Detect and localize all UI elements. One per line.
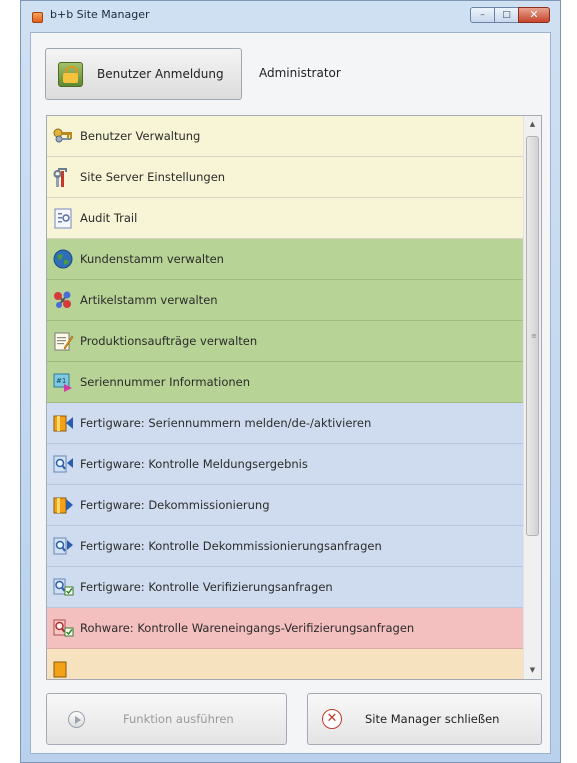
client-area: Benutzer Anmeldung Administrator Benutze… (30, 32, 551, 754)
minimize-icon: – (480, 10, 485, 20)
list-item-label: Fertigware: Kontrolle Verifizierungsanfr… (80, 580, 333, 594)
magnifier-verify-icon (52, 576, 74, 598)
list-item[interactable]: Produktionsaufträge verwalten (47, 321, 524, 362)
play-icon (68, 710, 85, 728)
list-item[interactable] (47, 649, 524, 679)
list-item-label: Fertigware: Kontrolle Dekommissionierung… (80, 539, 382, 553)
list-item-label: Rohware: Kontrolle Wareneingangs-Verifiz… (80, 621, 415, 635)
list-item-label: Fertigware: Kontrolle Meldungsergebnis (80, 457, 308, 471)
scroll-down-icon[interactable]: ▼ (524, 662, 541, 679)
list-item-label: Fertigware: Dekommissionierung (80, 498, 270, 512)
box-orange-icon (52, 658, 74, 679)
vertical-scrollbar[interactable]: ▲ ≡ ▼ (523, 116, 541, 679)
list-item[interactable]: Fertigware: Kontrolle Dekommissionierung… (47, 526, 524, 567)
maximize-icon: □ (502, 10, 511, 20)
minimize-button[interactable]: – (470, 7, 495, 23)
list-item-label: Kundenstamm verwalten (80, 252, 224, 266)
audit-icon (52, 207, 74, 229)
list-item[interactable]: Site Server Einstellungen (47, 157, 524, 198)
lock-icon (58, 61, 83, 87)
list-item-label: Seriennummer Informationen (80, 375, 251, 389)
magnifier-decommission-icon (52, 535, 74, 557)
list-item-label: Produktionsaufträge verwalten (80, 334, 258, 348)
magnifier-verify-red-icon (52, 617, 74, 639)
user-login-button[interactable]: Benutzer Anmeldung (45, 48, 242, 100)
scroll-up-icon[interactable]: ▲ (524, 116, 541, 133)
list-item-label: Audit Trail (80, 211, 138, 225)
list-item-label: Benutzer Verwaltung (80, 129, 201, 143)
serial-icon: #1 (52, 371, 74, 393)
molecule-icon (52, 289, 74, 311)
function-list-items: Benutzer Verwaltung Site Server Einstellu… (47, 116, 524, 679)
list-item[interactable]: Rohware: Kontrolle Wareneingangs-Verifiz… (47, 608, 524, 649)
window-title: b+b Site Manager (50, 8, 150, 21)
app-logo-icon (32, 12, 43, 23)
scroll-grip-icon: ≡ (531, 332, 537, 340)
list-item[interactable]: Fertigware: Dekommissionierung (47, 485, 524, 526)
list-item[interactable]: Artikelstamm verwalten (47, 280, 524, 321)
close-window-button[interactable]: ✕ (518, 7, 550, 23)
close-button-label: Site Manager schließen (365, 712, 500, 726)
list-item[interactable]: Fertigware: Kontrolle Meldungsergebnis (47, 444, 524, 485)
list-item-label: Artikelstamm verwalten (80, 293, 218, 307)
app-window: b+b Site Manager – □ ✕ Benutzer Anmeldun… (20, 0, 561, 763)
list-item[interactable]: Benutzer Verwaltung (47, 116, 524, 157)
title-bar[interactable]: b+b Site Manager – □ ✕ (21, 1, 560, 32)
caption-buttons: – □ ✕ (470, 7, 550, 24)
keys-icon (52, 125, 74, 147)
box-report-icon (52, 412, 74, 434)
box-decommission-icon (52, 494, 74, 516)
close-site-manager-button[interactable]: ✕ Site Manager schließen (307, 693, 542, 745)
current-user: Administrator (259, 66, 341, 80)
list-item[interactable]: #1 Seriennummer Informationen (47, 362, 524, 403)
globe-icon (52, 248, 74, 270)
scroll-thumb[interactable]: ≡ (526, 136, 539, 536)
tools-icon (52, 166, 74, 188)
notepad-icon (52, 330, 74, 352)
run-button-label: Funktion ausführen (123, 712, 234, 726)
login-button-label: Benutzer Anmeldung (97, 67, 224, 81)
run-function-button[interactable]: Funktion ausführen (46, 693, 287, 745)
function-list: Benutzer Verwaltung Site Server Einstellu… (46, 115, 542, 680)
list-item[interactable]: Fertigware: Kontrolle Verifizierungsanfr… (47, 567, 524, 608)
magnifier-report-icon (52, 453, 74, 475)
close-icon: ✕ (529, 8, 539, 21)
maximize-button[interactable]: □ (494, 7, 519, 23)
list-item-label: Site Server Einstellungen (80, 170, 226, 184)
close-circle-icon: ✕ (322, 709, 342, 729)
list-item[interactable]: Fertigware: Seriennummern melden/de-/akt… (47, 403, 524, 444)
list-item[interactable]: Audit Trail (47, 198, 524, 239)
list-item-label: Fertigware: Seriennummern melden/de-/akt… (80, 416, 372, 430)
list-item[interactable]: Kundenstamm verwalten (47, 239, 524, 280)
svg-text:#1: #1 (56, 377, 66, 385)
